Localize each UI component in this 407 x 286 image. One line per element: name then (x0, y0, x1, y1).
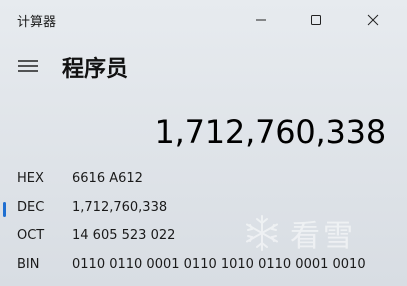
selected-indicator (3, 201, 6, 217)
result-display: 1,712,760,338 (154, 113, 386, 151)
radix-value-oct: 14 605 523 022 (72, 228, 176, 243)
close-icon (367, 14, 379, 26)
watermark-text: 看雪 (290, 219, 356, 254)
watermark: 看雪 (242, 208, 402, 258)
close-button[interactable] (350, 0, 396, 40)
radix-value-dec: 1,712,760,338 (72, 199, 168, 215)
radix-value-bin: 0110 0110 0001 0110 1010 0110 0001 0010 (72, 256, 366, 272)
radix-label-oct: OCT (17, 228, 45, 243)
calculator-window: 计算器 程序员 1,712,760,338 HEX 6616 A612 DEC … (0, 0, 407, 286)
title-bar: 计算器 (0, 0, 407, 40)
radix-label-hex: HEX (17, 171, 44, 186)
radix-label-bin: BIN (17, 256, 40, 272)
snowflake-icon (246, 215, 278, 251)
minimize-button[interactable] (238, 0, 284, 40)
maximize-button[interactable] (293, 0, 339, 40)
maximize-icon (311, 15, 321, 25)
minimize-icon (256, 19, 266, 21)
app-title: 计算器 (17, 15, 57, 30)
radix-row-hex[interactable]: HEX 6616 A612 (0, 166, 407, 195)
radix-label-dec: DEC (17, 199, 45, 215)
hamburger-menu-icon (18, 60, 38, 72)
header: 程序员 (0, 48, 407, 86)
navigation-menu-button[interactable] (12, 50, 44, 82)
mode-title: 程序员 (62, 57, 129, 82)
radix-value-hex: 6616 A612 (72, 171, 143, 186)
